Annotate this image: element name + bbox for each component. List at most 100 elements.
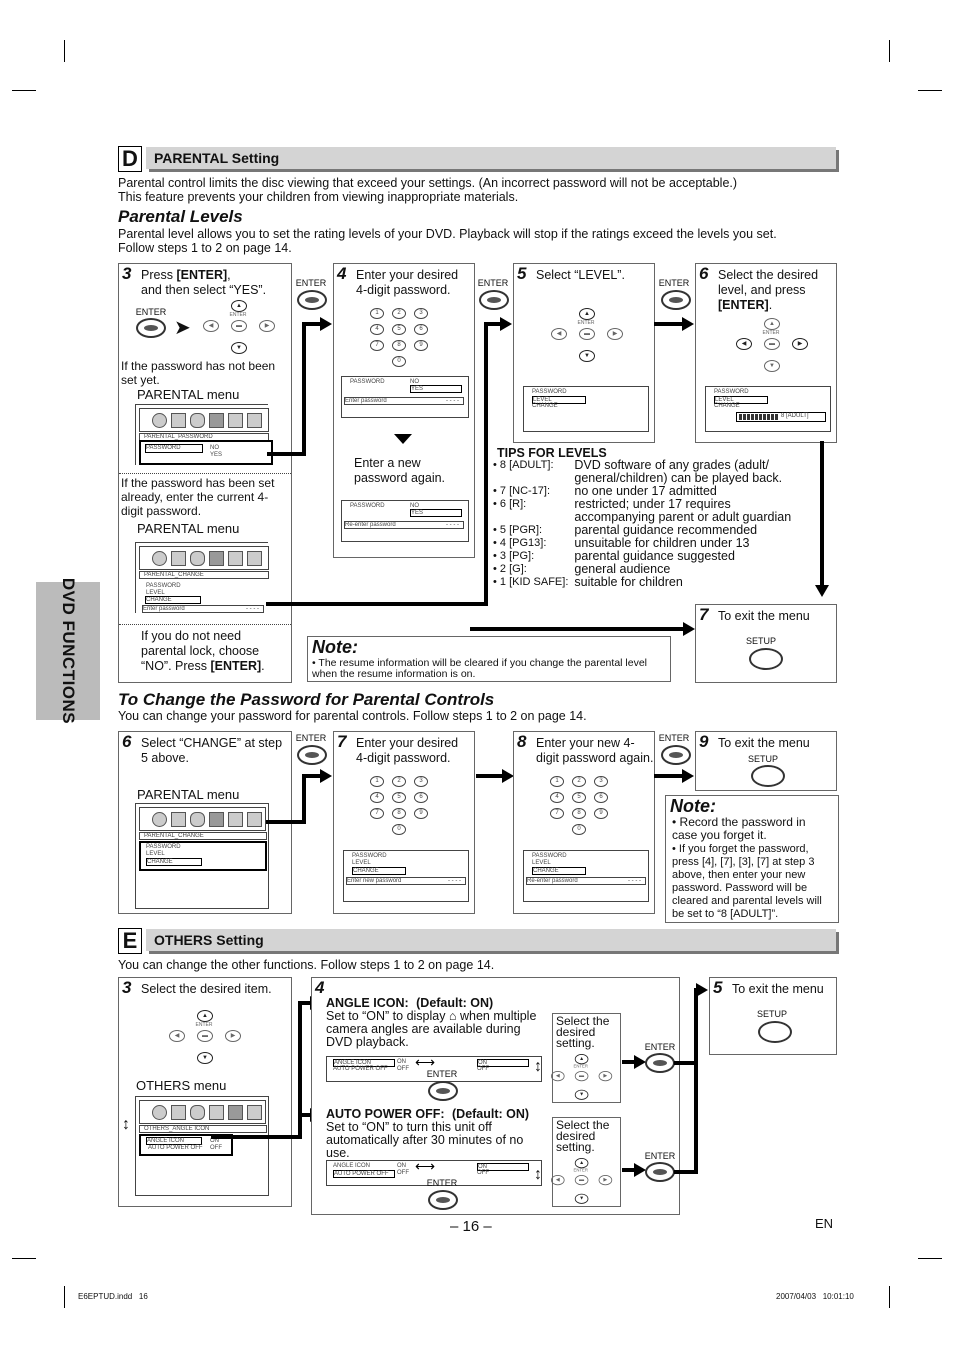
key-8: 8: [392, 340, 406, 351]
language-label: EN: [815, 1216, 834, 1231]
left-key-icon: ◀: [551, 1175, 565, 1186]
crop-mark: [12, 1258, 36, 1259]
others-step-5-box: 5 To exit the menu SETUP: [709, 977, 837, 1055]
key-0: 0: [572, 824, 586, 835]
dpad-icon[interactable]: ▲ ENTER ◀ ▬ ▶ ▼: [551, 1054, 613, 1102]
mask: - - - -: [446, 522, 459, 528]
step-number: 5: [713, 978, 723, 997]
section-header-parental: PARENTAL Setting: [146, 147, 836, 169]
down-arrow-icon: [394, 434, 412, 444]
highlight: [145, 596, 201, 604]
levels-line-2: Follow steps 1 to 2 on page 14.: [118, 241, 292, 255]
down-key-icon: ▼: [231, 342, 247, 354]
step-number: 4: [315, 978, 325, 997]
enter-button-icon[interactable]: [479, 290, 509, 310]
arrow-right-icon: [654, 769, 694, 783]
screen-item: PASSWORD: [350, 379, 385, 385]
tip-row: • 6 [R]: restricted; under 17 requires ac…: [493, 498, 803, 524]
level-slider[interactable]: 8 [ADULT]: [736, 412, 826, 422]
up-key-icon: ▲: [574, 1054, 589, 1065]
enter-button-icon[interactable]: [661, 745, 691, 765]
crop-mark: [889, 40, 890, 62]
default: (Default: ON): [416, 996, 494, 1010]
intro-line-1: Parental control limits the disc viewing…: [118, 176, 738, 190]
cp-step-9-text: To exit the menu: [718, 736, 810, 750]
enter-button-icon[interactable]: [136, 318, 166, 338]
dpad-icon[interactable]: ▲ ENTER ◀ ▬ ▶ ▼: [203, 300, 275, 356]
cp-step-7-text: Enter your desired 4-digit password.: [356, 736, 459, 765]
screen-item-selected: AUTO POWER OFF: [333, 1170, 395, 1178]
note-bullet-2: • If you forget the password, press [4],…: [672, 843, 822, 920]
text: .: [261, 659, 265, 673]
cp-step-6-text: Select “CHANGE” at step 5 above.: [141, 736, 283, 765]
step-number: 3: [122, 264, 132, 283]
enter-button-icon[interactable]: [661, 290, 691, 310]
screen-item: LEVEL: [352, 860, 371, 866]
enter-button-icon[interactable]: [645, 1162, 675, 1182]
enter-button-icon[interactable]: [428, 1190, 458, 1210]
key-3: 3: [414, 776, 428, 787]
screen-item: PASSWORD: [532, 853, 567, 859]
setup-button-icon[interactable]: [749, 648, 783, 670]
others-step-3-box: 3 Select the desired item. ▲ ENTER ◀ ▬ ▶…: [118, 977, 292, 1207]
tip-level: • 4 [PG13]:: [493, 537, 547, 549]
key-9: 9: [594, 808, 608, 819]
new-password-screen: PASSWORD LEVEL CHANGE Enter new password…: [343, 850, 469, 902]
enter-button-icon[interactable]: [297, 290, 327, 310]
arrow-right-icon: [470, 622, 695, 636]
tip-description: restricted; under 17 requires accompanyi…: [574, 497, 792, 524]
step-7-box: 7 To exit the menu SETUP: [695, 604, 837, 683]
parental-levels-heading: Parental Levels: [118, 207, 243, 226]
enter-key-icon: ▬: [579, 328, 595, 340]
dpad-icon[interactable]: ▲ ENTER ◀ ▬ ▶ ▼: [551, 308, 623, 364]
auto-power-title: AUTO POWER OFF: (Default: ON): [326, 1107, 529, 1121]
change-password-intro: You can change your password for parenta…: [118, 709, 587, 723]
mask: - - - -: [446, 398, 459, 404]
tip-level: • 7 [NC-17]:: [493, 485, 551, 497]
enter-small-label: ENTER: [229, 312, 247, 318]
enter-button-icon[interactable]: [428, 1081, 458, 1101]
others-icon: [228, 413, 243, 428]
key-6: 6: [414, 792, 428, 803]
audio-icon: [190, 413, 205, 428]
right-key-icon: ▶: [598, 1071, 613, 1082]
note-box-password: Note: • Record the password in case you …: [665, 795, 839, 923]
display-icon: [171, 812, 186, 827]
arrow-right-icon: [302, 317, 332, 331]
enter-small-label: ENTER: [195, 1022, 213, 1028]
key-3: 3: [414, 308, 428, 319]
setup-button-icon[interactable]: [758, 1021, 792, 1043]
screen-value: OFF: [397, 1170, 409, 1176]
initialize-icon: [247, 812, 262, 827]
step-number: 5: [517, 264, 527, 283]
key-6: 6: [594, 792, 608, 803]
enter-button-icon[interactable]: [645, 1053, 675, 1073]
right-key-icon: ▶: [225, 1030, 241, 1042]
left-key-icon: ◀: [551, 1071, 565, 1082]
crop-mark: [889, 1286, 890, 1308]
others-intro: You can change the other functions. Foll…: [118, 958, 495, 972]
mask: - - - -: [628, 878, 641, 884]
step-5-box: 5 Select “LEVEL”. ▲ ENTER ◀ ▬ ▶ ▼ PASSWO…: [513, 263, 655, 443]
levels-line-1: Parental level allows you to set the rat…: [118, 227, 777, 241]
select-text: Select the desired setting.: [556, 1118, 610, 1154]
tip-row: • 1 [KID SAFE]: suitable for children: [493, 576, 803, 589]
key-5: 5: [392, 324, 406, 335]
setup-label: SETUP: [746, 636, 777, 646]
file-name: E6EPTUD.indd 16: [78, 1292, 148, 1301]
setup-button-icon[interactable]: [751, 765, 785, 787]
dpad-icon[interactable]: ▲ ENTER ◀ ▬ ▶ ▼: [551, 1158, 613, 1206]
screen-item: CHANGE: [714, 403, 740, 409]
enter-again-text: Enter a new password again.: [354, 456, 446, 485]
dpad-icon[interactable]: ▲ ENTER ◀ ▬ ▶ ▼: [736, 318, 808, 374]
auto-power-desc: Set to “ON” to turn this unit off automa…: [326, 1120, 524, 1160]
enter-label: ENTER: [658, 278, 690, 288]
enter-button-icon[interactable]: [297, 745, 327, 765]
enter-key-icon: ▬: [574, 1071, 589, 1082]
dpad-icon[interactable]: ▲ ENTER ◀ ▬ ▶ ▼: [169, 1010, 241, 1066]
connector: [302, 776, 306, 824]
section-title: OTHERS Setting: [154, 932, 264, 948]
up-key-icon: ▲: [231, 300, 247, 312]
left-key-icon: ◀: [736, 338, 752, 350]
connector: [298, 1003, 302, 1139]
